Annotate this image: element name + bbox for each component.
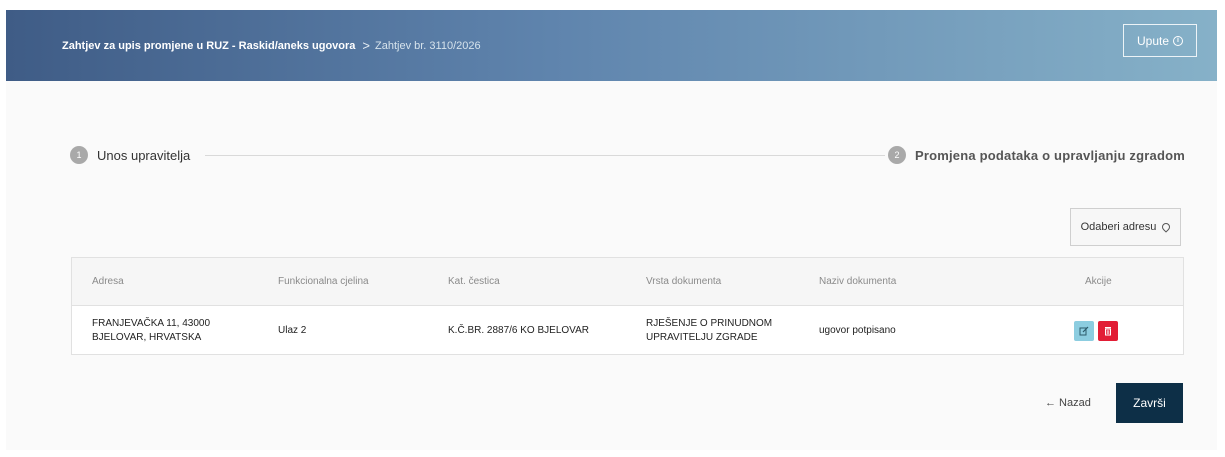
- page-header: Zahtjev za upis promjene u RUZ - Raskid/…: [6, 10, 1217, 81]
- select-address-label: Odaberi adresu: [1080, 221, 1157, 233]
- col-header-doc-name: Naziv dokumenta: [819, 276, 897, 287]
- stepper: 1 Unos upravitelja 2 Promjena podataka o…: [70, 146, 1185, 166]
- col-header-address: Adresa: [92, 276, 124, 287]
- help-button-label: Upute: [1136, 33, 1170, 48]
- step-1[interactable]: 1 Unos upravitelja: [70, 146, 190, 164]
- cell-doc-type-line2: UPRAVITELJU ZGRADE: [646, 332, 758, 343]
- breadcrumb-current: Zahtjev za upis promjene u RUZ - Raskid/…: [62, 39, 356, 52]
- col-header-parcel: Kat. čestica: [448, 276, 500, 287]
- step-2[interactable]: 2 Promjena podataka o upravljanju zgrado…: [887, 146, 1185, 164]
- cell-address-line2: BJELOVAR, HRVATSKA: [92, 332, 202, 343]
- table-row: FRANJEVAČKA 11, 43000 BJELOVAR, HRVATSKA…: [72, 307, 1183, 355]
- delete-button[interactable]: [1098, 321, 1118, 341]
- finish-button[interactable]: Završi: [1116, 383, 1183, 423]
- col-header-doc-type: Vrsta dokumenta: [646, 276, 722, 287]
- map-pin-icon: [1160, 221, 1173, 233]
- edit-button[interactable]: [1074, 321, 1094, 341]
- breadcrumb-separator: >: [362, 38, 370, 53]
- info-circle-icon: i: [1173, 35, 1184, 46]
- col-header-actions: Akcije: [1085, 276, 1112, 287]
- cell-address: FRANJEVAČKA 11, 43000 BJELOVAR, HRVATSKA: [92, 317, 210, 345]
- select-address-button[interactable]: Odaberi adresu: [1070, 208, 1181, 246]
- step-1-label: Unos upravitelja: [97, 147, 191, 163]
- cell-doc-type: RJEŠENJE O PRINUDNOM UPRAVITELJU ZGRADE: [646, 317, 772, 345]
- breadcrumb-request-number: Zahtjev br. 3110/2026: [375, 39, 481, 52]
- page: Zahtjev za upis promjene u RUZ - Raskid/…: [6, 10, 1217, 450]
- col-header-unit: Funkcionalna cjelina: [278, 276, 369, 287]
- cell-parcel: K.Č.BR. 2887/6 KO BJELOVAR: [448, 325, 589, 336]
- documents-table: Adresa Funkcionalna cjelina Kat. čestica…: [71, 257, 1184, 355]
- edit-icon: [1079, 326, 1089, 336]
- help-button[interactable]: Upute i: [1123, 24, 1197, 57]
- trash-icon: [1105, 327, 1111, 336]
- breadcrumb: Zahtjev za upis promjene u RUZ - Raskid/…: [62, 38, 481, 53]
- cell-unit: Ulaz 2: [278, 325, 307, 336]
- back-link[interactable]: ← Nazad: [1045, 397, 1091, 409]
- cell-doc-type-line1: RJEŠENJE O PRINUDNOM: [646, 318, 773, 329]
- stepper-connector: [205, 155, 885, 156]
- step-2-number: 2: [887, 146, 906, 164]
- cell-doc-name: ugovor potpisano: [819, 325, 896, 336]
- table-header: Adresa Funkcionalna cjelina Kat. čestica…: [72, 258, 1183, 306]
- step-2-label: Promjena podataka o upravljanju zgradom: [914, 147, 1185, 163]
- cell-address-line1: FRANJEVAČKA 11, 43000: [92, 318, 211, 329]
- step-1-number: 1: [70, 146, 88, 164]
